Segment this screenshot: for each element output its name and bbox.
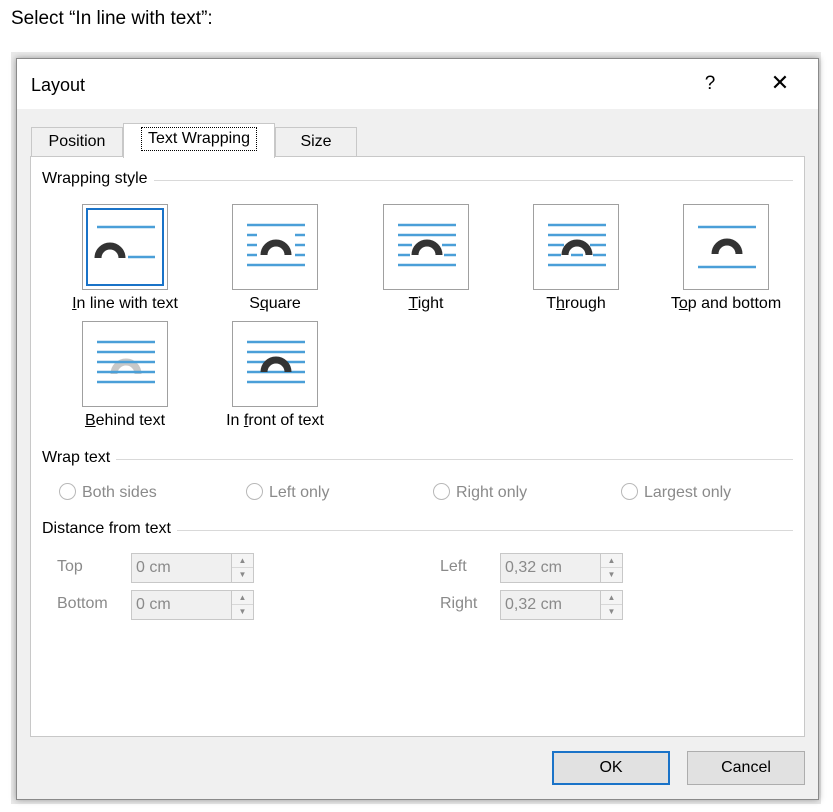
tab-label: Position bbox=[48, 133, 106, 150]
style-label-square: Square bbox=[249, 295, 301, 312]
right-label: Right bbox=[440, 595, 478, 612]
distance-from-text-label: Distance from text bbox=[42, 520, 177, 538]
tab-label: Size bbox=[300, 133, 332, 150]
style-behind-text-button[interactable] bbox=[82, 321, 168, 407]
style-in-line-with-text-button[interactable] bbox=[82, 204, 168, 290]
radio-right-only[interactable]: Right only bbox=[433, 483, 527, 502]
radio-circle bbox=[433, 483, 450, 500]
top-spinner[interactable]: 0 cm ▲ ▼ bbox=[131, 553, 254, 583]
spin-up-icon[interactable]: ▲ bbox=[601, 591, 622, 605]
tab-text-wrapping[interactable]: Text Wrapping bbox=[123, 123, 275, 158]
top-and-bottom-wrap-icon bbox=[698, 225, 756, 269]
spinner-arrows: ▲ ▼ bbox=[600, 591, 622, 619]
tab-bar: Position Text Wrapping Size bbox=[31, 123, 811, 158]
in-line-with-text-icon bbox=[94, 225, 155, 259]
style-square-button[interactable] bbox=[232, 204, 318, 290]
bottom-spinner[interactable]: 0 cm ▲ ▼ bbox=[131, 590, 254, 620]
cancel-button[interactable]: Cancel bbox=[687, 751, 805, 785]
in-front-of-text-icon bbox=[247, 340, 305, 384]
group-divider bbox=[43, 180, 793, 181]
close-icon: ✕ bbox=[770, 70, 790, 95]
spinner-arrows: ▲ ▼ bbox=[600, 554, 622, 582]
radio-largest-only[interactable]: Largest only bbox=[621, 483, 731, 502]
spin-up-icon[interactable]: ▲ bbox=[232, 554, 253, 568]
instruction-text: Select “In line with text”: bbox=[11, 8, 213, 29]
radio-circle bbox=[621, 483, 638, 500]
top-label: Top bbox=[57, 558, 83, 575]
ok-button[interactable]: OK bbox=[552, 751, 670, 785]
tab-position[interactable]: Position bbox=[31, 127, 123, 157]
spin-up-icon[interactable]: ▲ bbox=[232, 591, 253, 605]
style-label-in-line-with-text: In line with text bbox=[72, 295, 178, 312]
behind-text-icon bbox=[97, 340, 155, 384]
square-wrap-icon bbox=[247, 223, 305, 267]
bottom-label: Bottom bbox=[57, 595, 108, 612]
style-in-front-of-text-button[interactable] bbox=[232, 321, 318, 407]
left-value: 0,32 cm bbox=[505, 559, 562, 576]
radio-circle bbox=[246, 483, 263, 500]
right-value: 0,32 cm bbox=[505, 596, 562, 613]
style-tight-button[interactable] bbox=[383, 204, 469, 290]
style-label-in-front-of-text: In front of text bbox=[226, 412, 324, 429]
left-label: Left bbox=[440, 558, 467, 575]
radio-both-sides[interactable]: Both sides bbox=[59, 483, 157, 502]
radio-left-only[interactable]: Left only bbox=[246, 483, 329, 502]
bottom-value: 0 cm bbox=[136, 596, 171, 613]
spin-down-icon[interactable]: ▼ bbox=[601, 568, 622, 582]
spin-down-icon[interactable]: ▼ bbox=[232, 605, 253, 619]
group-divider bbox=[43, 459, 793, 460]
close-button[interactable]: ✕ bbox=[764, 67, 796, 99]
text-wrapping-panel: Wrapping style In line with text Square … bbox=[30, 156, 805, 737]
dialog-title: Layout bbox=[31, 75, 86, 95]
wrap-text-label: Wrap text bbox=[42, 449, 117, 467]
tight-wrap-icon bbox=[398, 223, 456, 267]
style-through-button[interactable] bbox=[533, 204, 619, 290]
spin-down-icon[interactable]: ▼ bbox=[601, 605, 622, 619]
through-wrap-icon bbox=[548, 223, 606, 267]
help-button[interactable]: ? bbox=[697, 69, 723, 99]
tab-label: Text Wrapping bbox=[141, 127, 257, 151]
spin-up-icon[interactable]: ▲ bbox=[601, 554, 622, 568]
left-spinner[interactable]: 0,32 cm ▲ ▼ bbox=[500, 553, 623, 583]
style-label-tight: Tight bbox=[408, 295, 444, 312]
wrapping-style-label: Wrapping style bbox=[42, 170, 154, 188]
top-value: 0 cm bbox=[136, 559, 171, 576]
dialog-titlebar: Layout ? ✕ bbox=[17, 59, 818, 109]
layout-dialog: Layout ? ✕ Position Text Wrapping Size W… bbox=[16, 58, 819, 800]
right-spinner[interactable]: 0,32 cm ▲ ▼ bbox=[500, 590, 623, 620]
style-label-top-and-bottom: Top and bottom bbox=[670, 295, 782, 312]
radio-circle bbox=[59, 483, 76, 500]
style-label-behind-text: Behind text bbox=[84, 412, 166, 429]
style-top-and-bottom-button[interactable] bbox=[683, 204, 769, 290]
spinner-arrows: ▲ ▼ bbox=[231, 554, 253, 582]
style-label-through: Through bbox=[546, 295, 606, 312]
spin-down-icon[interactable]: ▼ bbox=[232, 568, 253, 582]
tab-size[interactable]: Size bbox=[275, 127, 357, 157]
spinner-arrows: ▲ ▼ bbox=[231, 591, 253, 619]
